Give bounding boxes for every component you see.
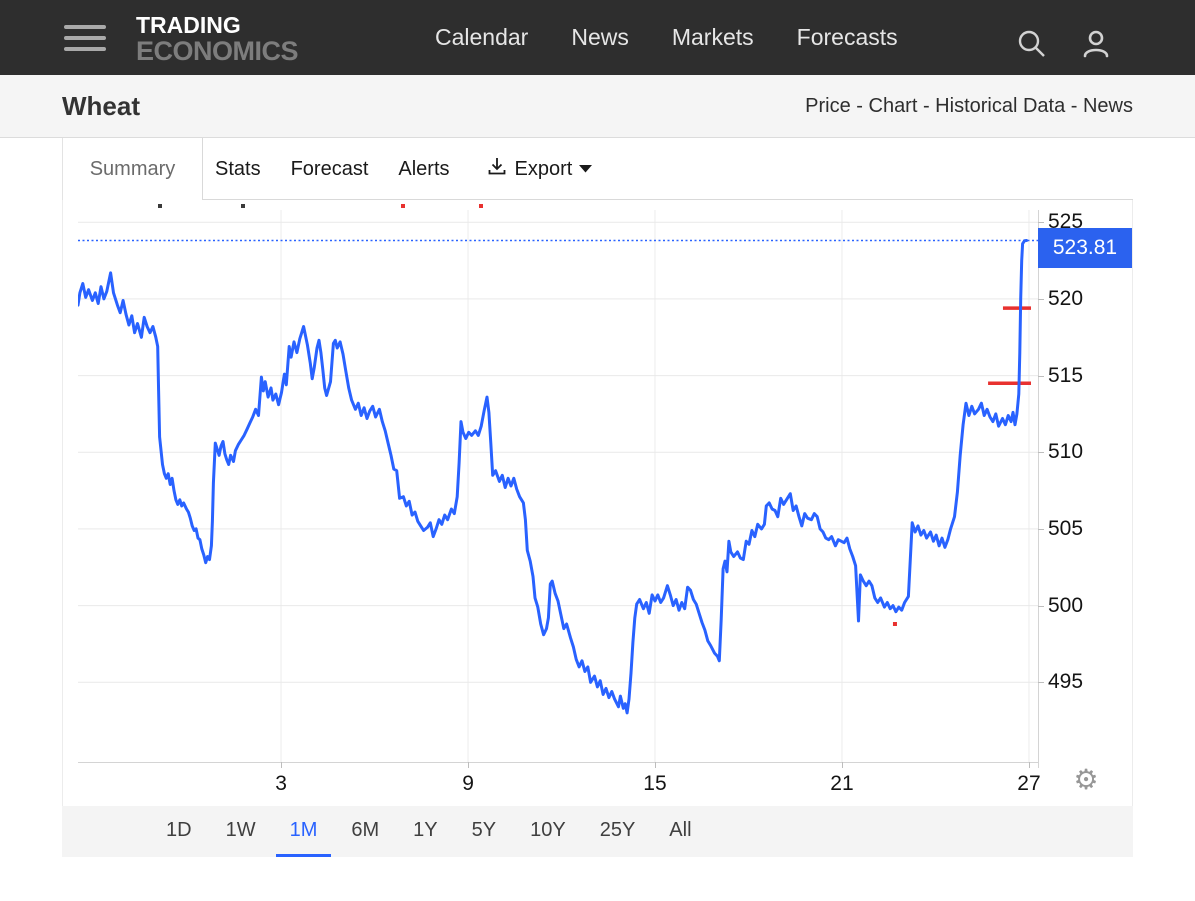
gear-icon[interactable]: ⚙	[1070, 764, 1102, 796]
breadcrumb[interactable]: Price - Chart - Historical Data - News	[805, 75, 1133, 137]
range-selector-strip: 1D 1W 1M 6M 1Y 5Y 10Y 25Y All	[62, 806, 1133, 857]
x-axis-tick	[655, 762, 656, 768]
trading-economics-logo[interactable]: TRADING ECONOMICS	[136, 14, 298, 65]
user-account-icon[interactable]	[1080, 28, 1112, 65]
range-button-1d[interactable]: 1D	[152, 806, 206, 857]
clipped-legend-fragment	[401, 204, 405, 208]
clipped-legend-fragment	[479, 204, 483, 208]
tab-bar: Summary Stats Forecast Alerts Export	[0, 138, 1195, 200]
clipped-legend-fragment	[158, 204, 162, 208]
x-axis-tick	[281, 762, 282, 768]
page: TRADING ECONOMICS Calendar News Markets …	[0, 0, 1195, 901]
x-axis-line	[78, 762, 1038, 763]
hamburger-menu-icon[interactable]	[64, 25, 106, 51]
price-chart-plot-area[interactable]	[78, 210, 1038, 762]
top-navigation-bar: TRADING ECONOMICS Calendar News Markets …	[0, 0, 1195, 75]
y-axis-tick	[1038, 299, 1044, 300]
page-title: Wheat	[62, 75, 140, 137]
y-axis-tick	[1038, 606, 1044, 607]
x-axis-label: 21	[830, 771, 853, 797]
logo-line-1: TRADING	[136, 14, 298, 37]
x-axis-tick	[842, 762, 843, 768]
x-axis-label: 9	[462, 771, 474, 797]
y-axis-label: 500	[1048, 593, 1108, 619]
x-axis-label: 27	[1017, 771, 1040, 797]
range-button-6m[interactable]: 6M	[337, 806, 393, 857]
x-axis-tick	[468, 762, 469, 768]
nav-item-news[interactable]: News	[571, 24, 629, 51]
tab-group: Stats Forecast Alerts Export	[215, 138, 592, 200]
search-icon[interactable]	[1016, 28, 1048, 65]
price-line-chart	[78, 210, 1038, 762]
export-label: Export	[515, 158, 573, 181]
range-button-25y[interactable]: 25Y	[586, 806, 650, 857]
x-axis-tick	[1029, 762, 1030, 768]
y-axis-tick	[1038, 222, 1044, 223]
range-button-all[interactable]: All	[655, 806, 705, 857]
y-axis-label: 495	[1048, 669, 1108, 695]
x-axis-label: 15	[643, 771, 666, 797]
tab-bottom-border	[203, 199, 1133, 200]
y-axis-tick	[1038, 682, 1044, 683]
range-button-1y[interactable]: 1Y	[399, 806, 451, 857]
tab-summary[interactable]: Summary	[62, 138, 203, 200]
tab-forecast[interactable]: Forecast	[291, 158, 369, 181]
y-axis-tick	[1038, 529, 1044, 530]
hamburger-bar	[64, 25, 106, 29]
y-axis-line	[1038, 210, 1039, 768]
logo-line-2: ECONOMICS	[136, 38, 298, 65]
caret-down-icon	[579, 160, 592, 178]
nav-item-forecasts[interactable]: Forecasts	[797, 24, 898, 51]
y-axis-label: 520	[1048, 286, 1108, 312]
nav-item-calendar[interactable]: Calendar	[435, 24, 528, 51]
page-header-band: Wheat Price - Chart - Historical Data - …	[0, 75, 1195, 138]
hamburger-bar	[64, 36, 106, 40]
clipped-legend-fragment	[241, 204, 245, 208]
panel-left-border	[62, 200, 63, 857]
tab-stats[interactable]: Stats	[215, 158, 261, 181]
y-axis-label: 505	[1048, 516, 1108, 542]
current-price-badge: 523.81	[1038, 228, 1132, 268]
nav-item-markets[interactable]: Markets	[672, 24, 754, 51]
range-button-1m[interactable]: 1M	[276, 806, 332, 857]
y-axis-label: 515	[1048, 363, 1108, 389]
tab-alerts[interactable]: Alerts	[398, 158, 449, 181]
download-icon	[486, 156, 508, 183]
range-button-5y[interactable]: 5Y	[458, 806, 510, 857]
y-axis-tick	[1038, 452, 1044, 453]
range-button-1w[interactable]: 1W	[212, 806, 270, 857]
nav-links: Calendar News Markets Forecasts	[435, 0, 898, 75]
y-axis-label: 510	[1048, 439, 1108, 465]
export-button[interactable]: Export	[486, 156, 593, 183]
panel-right-border	[1132, 200, 1133, 806]
y-axis-tick	[1038, 376, 1044, 377]
x-axis-label: 3	[275, 771, 287, 797]
range-button-10y[interactable]: 10Y	[516, 806, 580, 857]
hamburger-bar	[64, 47, 106, 51]
